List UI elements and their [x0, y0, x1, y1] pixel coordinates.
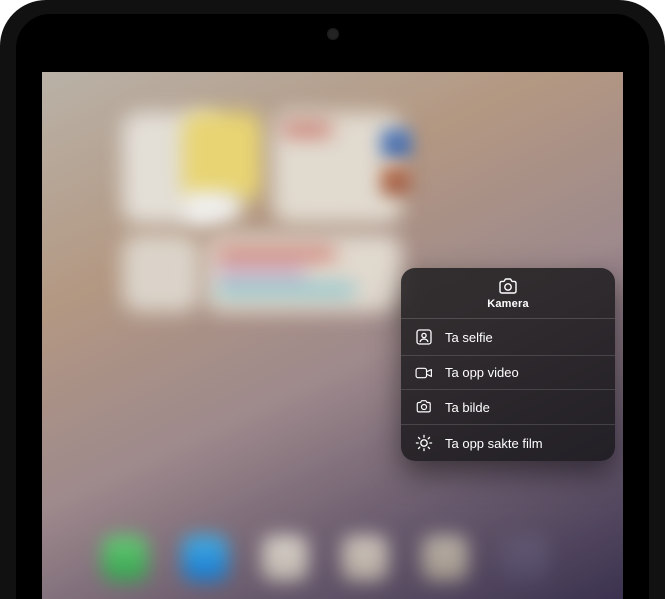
slowmo-icon: [415, 434, 433, 452]
menu-header: Kamera: [401, 268, 615, 319]
menu-item-label: Ta bilde: [445, 400, 601, 415]
device-inner-frame: Kamera Ta selfie: [16, 14, 649, 599]
menu-item-photo[interactable]: Ta bilde: [401, 390, 615, 425]
menu-title: Kamera: [487, 298, 529, 310]
menu-item-label: Ta opp sakte film: [445, 436, 601, 451]
menu-item-label: Ta selfie: [445, 330, 601, 345]
camera-quick-actions-menu: Kamera Ta selfie: [401, 268, 615, 461]
device-frame: Kamera Ta selfie: [0, 0, 665, 599]
menu-item-label: Ta opp video: [445, 365, 601, 380]
menu-item-slowmo[interactable]: Ta opp sakte film: [401, 425, 615, 461]
camera-icon: [497, 278, 519, 296]
menu-item-selfie[interactable]: Ta selfie: [401, 319, 615, 356]
front-camera-dot: [327, 28, 339, 40]
menu-item-video[interactable]: Ta opp video: [401, 356, 615, 390]
photo-icon: [415, 399, 433, 415]
home-screen-blurred: Kamera Ta selfie: [42, 72, 623, 599]
video-icon: [415, 366, 433, 380]
selfie-icon: [415, 328, 433, 346]
